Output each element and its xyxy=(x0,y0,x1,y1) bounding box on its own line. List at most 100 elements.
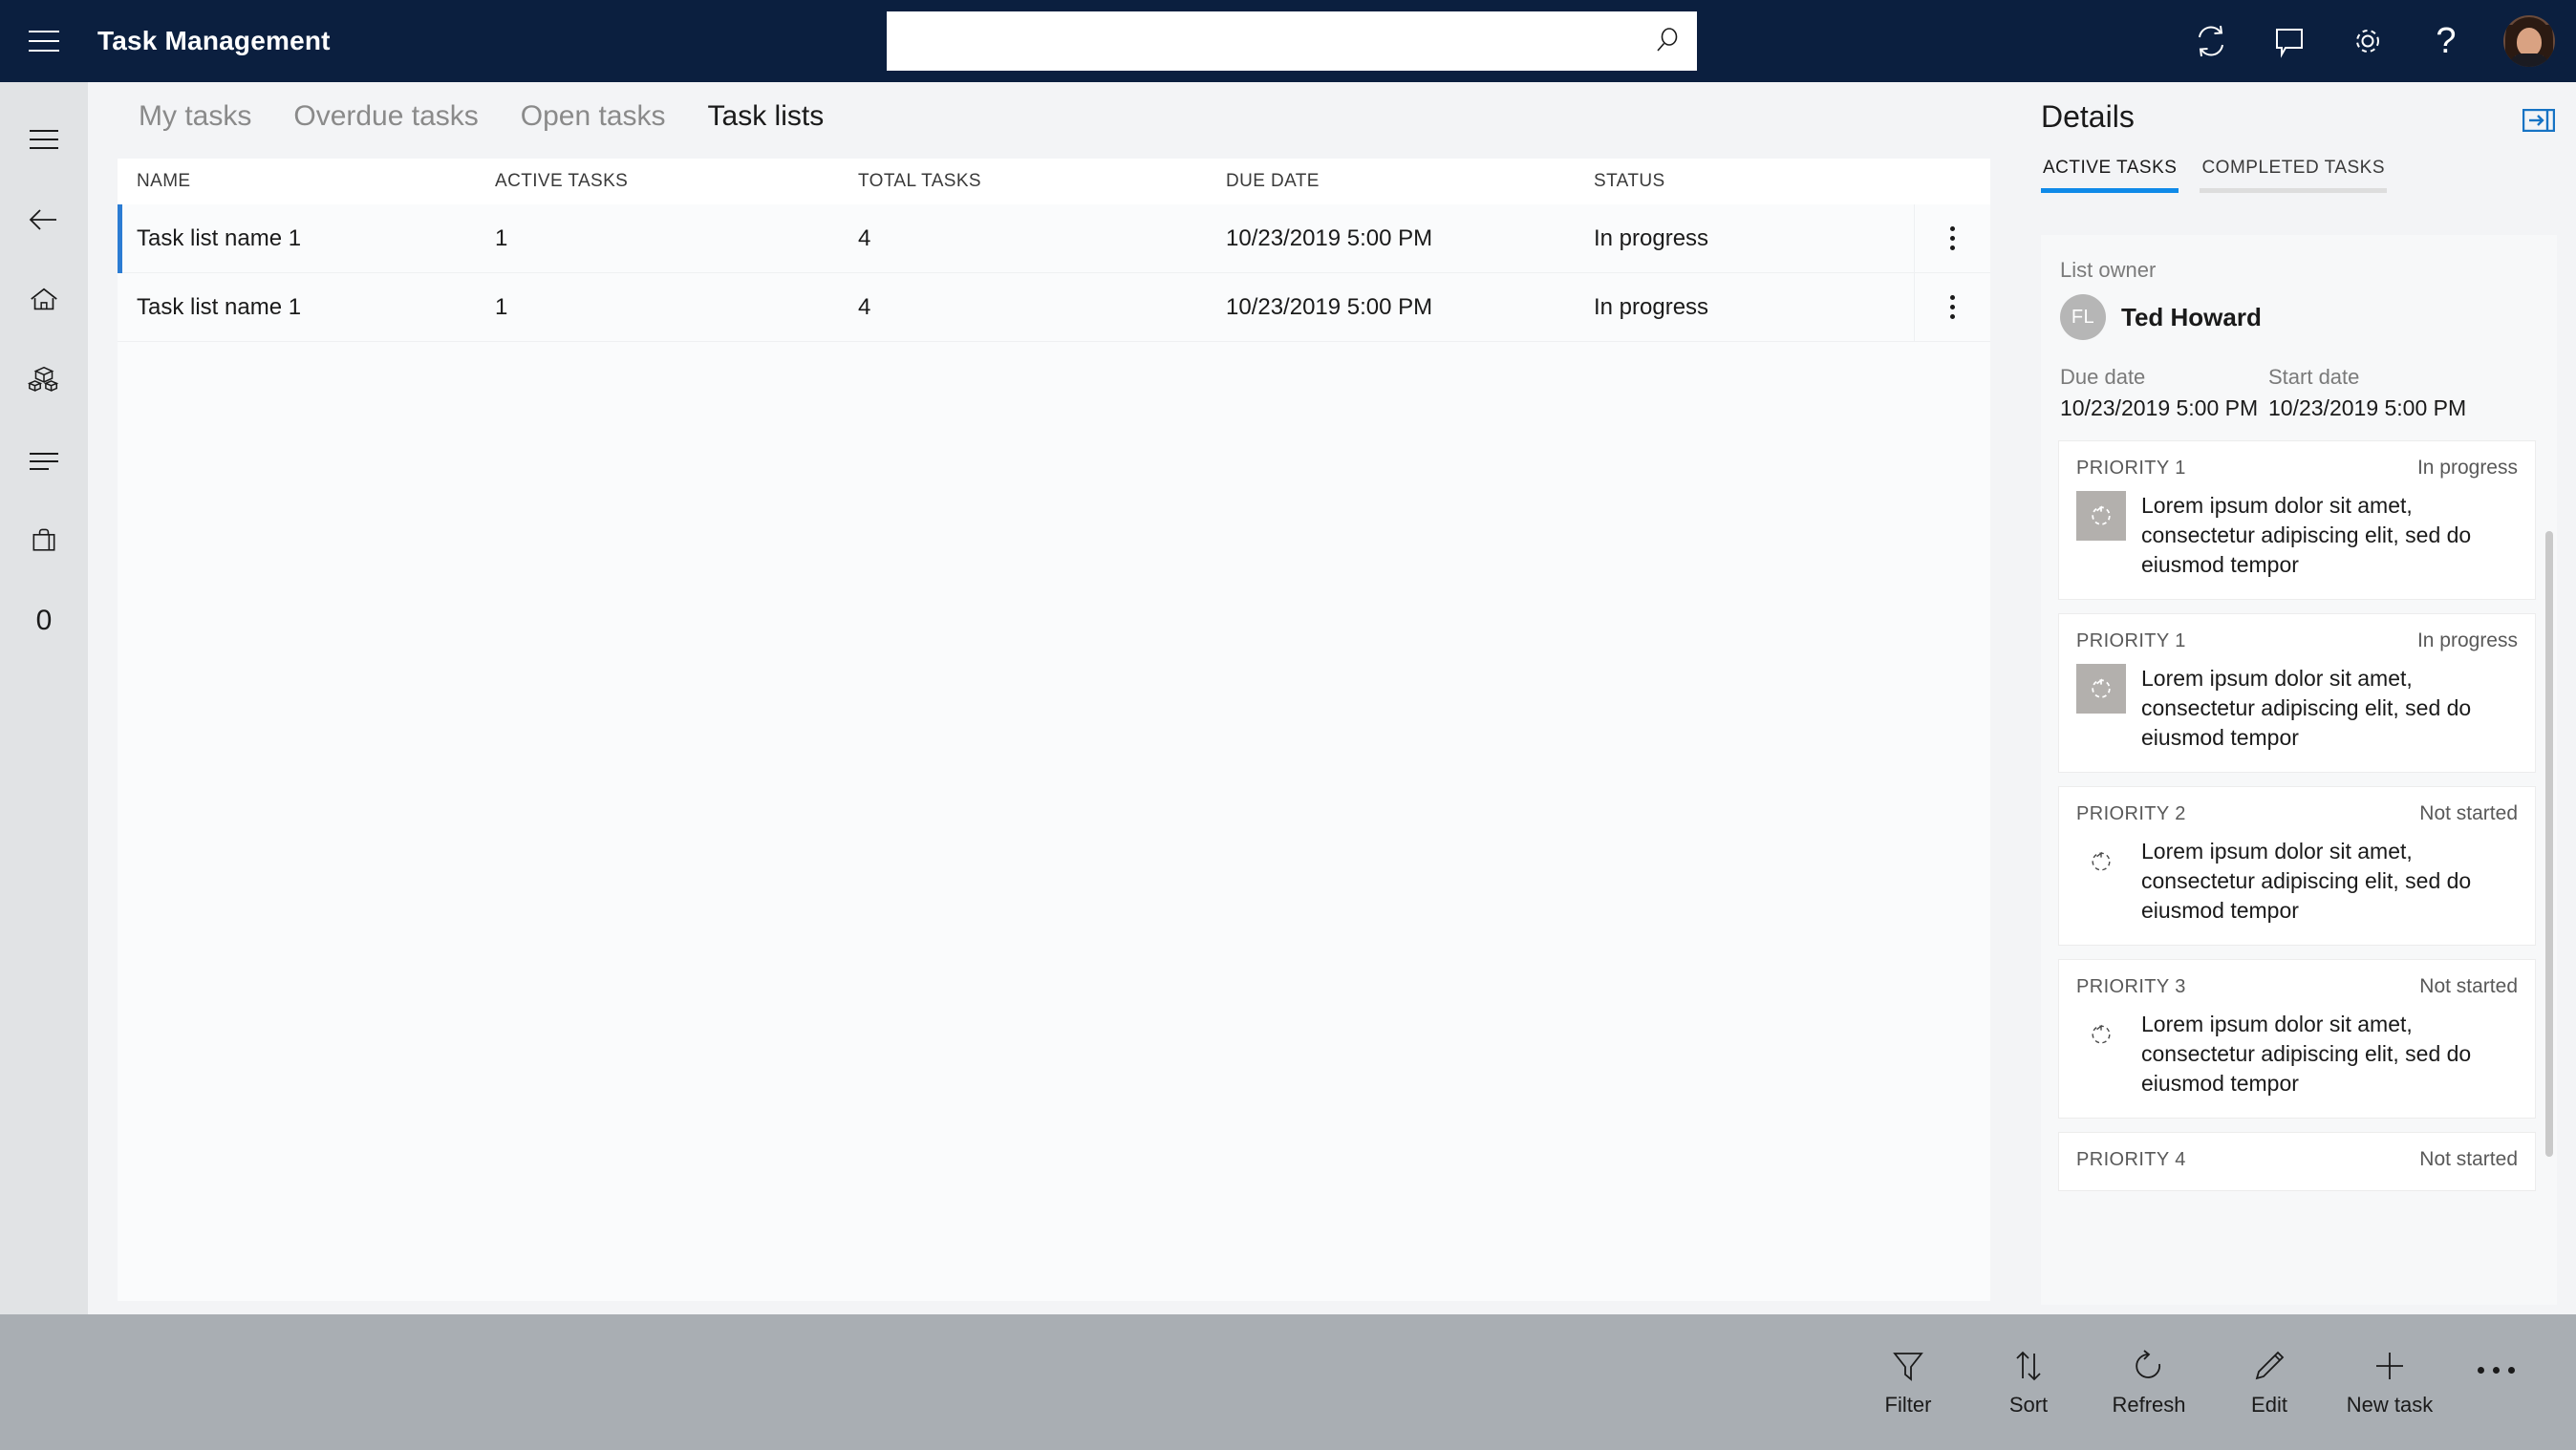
row-selection-indicator xyxy=(118,204,122,273)
filter-button[interactable]: Filter xyxy=(1848,1347,1968,1418)
start-date-value: 10/23/2019 5:00 PM xyxy=(2268,395,2467,420)
in-progress-icon[interactable] xyxy=(2076,664,2126,714)
not-started-icon[interactable] xyxy=(2076,837,2126,886)
kebab-menu-icon xyxy=(1950,295,1955,319)
table-header-row: NAME ACTIVE TASKS TOTAL TASKS DUE DATE S… xyxy=(118,159,1990,204)
rail-briefcase-button[interactable] xyxy=(0,501,88,581)
task-priority: PRIORITY 2 xyxy=(2076,802,2186,824)
new-task-button[interactable]: New task xyxy=(2329,1347,2450,1418)
cell-active-tasks: 1 xyxy=(495,224,508,251)
chat-bubble-icon[interactable] xyxy=(2263,14,2316,68)
tab-completed-tasks-label: COMPLETED TASKS xyxy=(2201,158,2386,178)
list-owner-label: List owner xyxy=(2060,258,2157,282)
left-nav-rail: 0 xyxy=(0,82,88,1314)
edit-label: Edit xyxy=(2251,1393,2287,1417)
details-title: Details xyxy=(2041,99,2135,134)
details-tabs: ACTIVE TASKS COMPLETED TASKS xyxy=(2020,158,2576,193)
task-priority: PRIORITY 3 xyxy=(2076,975,2186,997)
global-menu-button[interactable] xyxy=(0,0,88,82)
edit-button[interactable]: Edit xyxy=(2209,1347,2329,1418)
rail-products-button[interactable] xyxy=(0,340,88,420)
home-icon xyxy=(31,288,57,310)
rail-home-button[interactable] xyxy=(0,260,88,340)
row-actions-button[interactable] xyxy=(1914,272,1990,342)
tab-task-lists[interactable]: Task lists xyxy=(687,82,846,151)
main-content: My tasks Overdue tasks Open tasks Task l… xyxy=(88,82,2020,1314)
new-task-label: New task xyxy=(2346,1393,2434,1417)
refresh-icon xyxy=(2136,1350,2161,1378)
cell-name: Task list name 1 xyxy=(137,224,302,251)
task-description: Lorem ipsum dolor sit amet, consectetur … xyxy=(2141,666,2472,750)
search-icon[interactable] xyxy=(1649,25,1682,57)
task-status: In progress xyxy=(2416,629,2518,651)
tab-completed-tasks[interactable]: COMPLETED TASKS xyxy=(2200,158,2388,193)
sort-button[interactable]: Sort xyxy=(1968,1347,2089,1418)
start-date-field: Start date 10/23/2019 5:00 PM xyxy=(2268,365,2477,421)
user-avatar[interactable] xyxy=(2503,15,2555,67)
task-status: Not started xyxy=(2419,1148,2518,1170)
task-description: Lorem ipsum dolor sit amet, consectetur … xyxy=(2141,493,2472,577)
column-header-status[interactable]: STATUS xyxy=(1594,171,1914,192)
task-priority: PRIORITY 1 xyxy=(2076,629,2186,651)
owner-avatar: FL xyxy=(2060,294,2106,340)
due-date-label: Due date xyxy=(2060,365,2146,389)
rail-list-button[interactable] xyxy=(0,420,88,501)
column-header-name[interactable]: NAME xyxy=(137,171,495,192)
top-bar-actions: ? xyxy=(2184,0,2576,82)
tab-overdue-tasks[interactable]: Overdue tasks xyxy=(272,82,499,151)
task-description: Lorem ipsum dolor sit amet, consectetur … xyxy=(2141,839,2472,923)
plus-icon xyxy=(2376,1353,2403,1379)
table-row[interactable]: Task list name 1 1 4 10/23/2019 5:00 PM … xyxy=(118,272,1990,342)
task-card[interactable]: PRIORITY 1 In progress Lorem ipsum dolor… xyxy=(2058,613,2536,773)
tab-open-tasks[interactable]: Open tasks xyxy=(500,82,687,151)
search-box[interactable] xyxy=(887,11,1697,71)
sort-icon xyxy=(2016,1351,2041,1381)
refresh-label: Refresh xyxy=(2112,1393,2186,1417)
column-header-active-tasks[interactable]: ACTIVE TASKS xyxy=(495,171,858,192)
pencil-icon xyxy=(2255,1351,2285,1380)
search-input[interactable] xyxy=(902,29,1649,53)
rail-menu-button[interactable] xyxy=(0,99,88,180)
tab-my-tasks[interactable]: My tasks xyxy=(118,82,272,151)
sort-label: Sort xyxy=(2008,1393,2049,1417)
hamburger-icon xyxy=(29,31,59,52)
task-card[interactable]: PRIORITY 2 Not started Lorem ipsum dolor… xyxy=(2058,786,2536,946)
column-header-total-tasks[interactable]: TOTAL TASKS xyxy=(858,171,1226,192)
task-status: Not started xyxy=(2419,975,2518,997)
cell-status: In progress xyxy=(1594,224,1709,251)
cell-active-tasks: 1 xyxy=(495,293,508,320)
task-card[interactable]: PRIORITY 3 Not started Lorem ipsum dolor… xyxy=(2058,959,2536,1119)
due-date-field: Due date 10/23/2019 5:00 PM xyxy=(2060,365,2268,421)
rail-zero-button[interactable]: 0 xyxy=(0,581,88,661)
task-card[interactable]: PRIORITY 4 Not started xyxy=(2058,1132,2536,1191)
details-dates: Due date 10/23/2019 5:00 PM Start date 1… xyxy=(2041,340,2557,421)
task-card[interactable]: PRIORITY 1 In progress Lorem ipsum dolor… xyxy=(2058,440,2536,600)
refresh-button[interactable]: Refresh xyxy=(2089,1347,2209,1418)
content-tabs: My tasks Overdue tasks Open tasks Task l… xyxy=(88,82,2020,151)
tab-active-tasks-label: ACTIVE TASKS xyxy=(2043,158,2178,178)
table-row[interactable]: Task list name 1 1 4 10/23/2019 5:00 PM … xyxy=(118,203,1990,273)
rail-back-button[interactable] xyxy=(0,180,88,260)
details-header: Details xyxy=(2020,82,2576,137)
task-priority: PRIORITY 4 xyxy=(2076,1148,2186,1170)
row-actions-button[interactable] xyxy=(1914,203,1990,273)
briefcase-icon xyxy=(32,528,55,551)
cell-due-date: 10/23/2019 5:00 PM xyxy=(1226,224,1433,251)
hamburger-icon xyxy=(30,130,58,149)
more-options-button[interactable] xyxy=(2450,1366,2542,1398)
gear-icon[interactable] xyxy=(2341,14,2394,68)
not-started-icon[interactable] xyxy=(2076,1010,2126,1059)
column-header-due-date[interactable]: DUE DATE xyxy=(1226,171,1594,192)
filter-icon xyxy=(1893,1353,1923,1381)
list-owner-row: FL Ted Howard xyxy=(2041,283,2557,340)
sync-icon[interactable] xyxy=(2184,14,2238,68)
details-panel: Details ACTIVE TASKS COMPLETED TASKS Lis… xyxy=(2020,82,2576,1314)
tab-active-tasks[interactable]: ACTIVE TASKS xyxy=(2041,158,2179,193)
help-icon[interactable]: ? xyxy=(2419,14,2473,68)
in-progress-icon[interactable] xyxy=(2076,491,2126,541)
cell-name: Task list name 1 xyxy=(137,293,302,320)
filter-label: Filter xyxy=(1884,1393,1932,1417)
task-cards-list: PRIORITY 1 In progress Lorem ipsum dolor… xyxy=(2041,440,2557,1305)
collapse-panel-icon[interactable] xyxy=(2522,108,2556,137)
details-scrollbar-thumb[interactable] xyxy=(2545,531,2553,1157)
